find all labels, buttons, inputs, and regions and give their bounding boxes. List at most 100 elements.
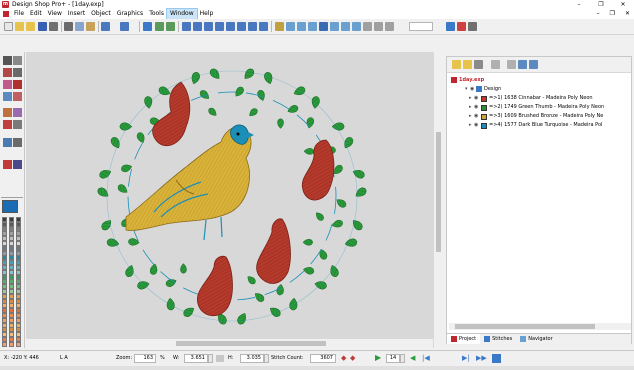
hand-icon[interactable] bbox=[13, 138, 22, 147]
thread-row[interactable]: ▸ ◉ =>2) 1749 Green Thumb - Madeira Poly N… bbox=[451, 103, 631, 112]
thread-swatch[interactable] bbox=[16, 341, 21, 347]
tab-stitches[interactable]: Stitches bbox=[480, 334, 516, 344]
tab-navigator[interactable]: Navigator bbox=[516, 334, 556, 344]
thread-row[interactable]: ▸ ◉ =>3) 1609 Brushed Bronze - Madeira Pol… bbox=[451, 112, 631, 121]
width-spinner[interactable] bbox=[208, 354, 213, 363]
menu-insert[interactable]: Insert bbox=[65, 9, 88, 19]
settings-icon[interactable] bbox=[363, 22, 372, 31]
export-icon[interactable] bbox=[166, 22, 175, 31]
previous-stitch-icon[interactable]: ◆ bbox=[341, 355, 346, 362]
canvas-vertical-scrollbar[interactable] bbox=[433, 52, 442, 348]
doc-close-button[interactable]: ✕ bbox=[625, 9, 630, 19]
play-icon[interactable]: ▶ bbox=[375, 354, 381, 362]
thread-swatch[interactable] bbox=[9, 341, 14, 347]
background-icon[interactable] bbox=[341, 22, 350, 31]
properties-icon[interactable] bbox=[385, 22, 394, 31]
panel-detail-icon[interactable] bbox=[529, 60, 538, 69]
thread-row[interactable]: ▸ ◉ =>1) 1638 Cinnabar - Madeira Poly Neon bbox=[451, 94, 631, 103]
zoom-out-icon[interactable] bbox=[193, 22, 202, 31]
applique-icon[interactable] bbox=[13, 92, 22, 101]
options-icon[interactable] bbox=[374, 22, 383, 31]
panel-list-icon[interactable] bbox=[518, 60, 527, 69]
stitch-player-icon[interactable] bbox=[468, 22, 477, 31]
cut-icon[interactable] bbox=[64, 22, 73, 31]
height-input[interactable]: 3.035 bbox=[240, 354, 264, 363]
magnify-icon[interactable] bbox=[3, 138, 12, 147]
redo-icon[interactable] bbox=[120, 22, 129, 31]
zoom-previous-icon[interactable] bbox=[248, 22, 257, 31]
doc-restore-button[interactable]: ❐ bbox=[610, 9, 615, 19]
show-stitches-icon[interactable] bbox=[308, 22, 317, 31]
text-tool-icon[interactable] bbox=[13, 80, 22, 89]
fast-forward-icon[interactable]: ▶| bbox=[462, 354, 470, 362]
magnet-icon[interactable] bbox=[3, 160, 12, 169]
convert-icon[interactable] bbox=[13, 160, 22, 169]
panel-folder-icon[interactable] bbox=[463, 60, 472, 69]
menu-edit[interactable]: Edit bbox=[27, 9, 45, 19]
menu-object[interactable]: Object bbox=[88, 9, 114, 19]
stop-icon[interactable] bbox=[492, 354, 501, 363]
panel-sort-icon[interactable] bbox=[507, 60, 516, 69]
zoom-actual-icon[interactable] bbox=[237, 22, 246, 31]
eye-icon[interactable]: ◉ bbox=[474, 94, 480, 103]
eye-icon[interactable]: ◉ bbox=[474, 121, 480, 130]
vertical-scroll-thumb[interactable] bbox=[436, 132, 441, 252]
menu-help[interactable]: Help bbox=[197, 9, 217, 19]
fill-tool-icon[interactable] bbox=[3, 68, 12, 77]
hoop-icon[interactable] bbox=[297, 22, 306, 31]
lock-aspect-icon[interactable] bbox=[216, 355, 224, 362]
height-spinner[interactable] bbox=[264, 354, 269, 363]
step-back-icon[interactable]: ◀ bbox=[410, 354, 415, 362]
paste-icon[interactable] bbox=[86, 22, 95, 31]
tree-design-node[interactable]: ▾ ◉ Design bbox=[451, 85, 631, 94]
show-outlines-icon[interactable] bbox=[319, 22, 328, 31]
menu-file[interactable]: File bbox=[11, 9, 27, 19]
measure-icon[interactable] bbox=[275, 22, 284, 31]
open-folder-icon[interactable] bbox=[15, 22, 24, 31]
zoom-fit-icon[interactable] bbox=[204, 22, 213, 31]
maximize-button[interactable]: ❐ bbox=[590, 0, 612, 9]
zoom-window-icon[interactable] bbox=[226, 22, 235, 31]
minimize-button[interactable]: – bbox=[568, 0, 590, 9]
menu-window[interactable]: Window bbox=[165, 8, 198, 20]
panel-open-icon[interactable] bbox=[452, 60, 461, 69]
next-stitch-icon[interactable]: ◆ bbox=[350, 355, 355, 362]
menu-graphics[interactable]: Graphics bbox=[114, 9, 147, 19]
undo-icon[interactable] bbox=[101, 22, 110, 31]
width-input[interactable]: 3.651 bbox=[184, 354, 208, 363]
import-icon[interactable] bbox=[155, 22, 164, 31]
eye-icon[interactable]: ◉ bbox=[474, 103, 480, 112]
document-icon[interactable] bbox=[3, 11, 9, 17]
pan-icon[interactable] bbox=[259, 22, 268, 31]
frame-spinner[interactable] bbox=[400, 354, 405, 363]
grid-icon[interactable] bbox=[286, 22, 295, 31]
print-icon[interactable] bbox=[49, 22, 58, 31]
color-wheel-icon[interactable] bbox=[3, 108, 12, 117]
menu-view[interactable]: View bbox=[45, 9, 65, 19]
toolbar-dropdown[interactable] bbox=[409, 22, 433, 31]
realistic-view-icon[interactable] bbox=[352, 22, 361, 31]
cancel-icon[interactable] bbox=[457, 22, 466, 31]
frame-number-input[interactable]: 14 bbox=[386, 354, 400, 363]
tree-file-node[interactable]: 1day.exp bbox=[451, 76, 631, 85]
thread-swatch[interactable] bbox=[2, 341, 7, 347]
tab-project[interactable]: Project bbox=[447, 334, 481, 344]
zoom-input[interactable]: 163 bbox=[134, 354, 156, 363]
pen-tool-icon[interactable] bbox=[13, 68, 22, 77]
current-color-swatch[interactable] bbox=[2, 200, 18, 213]
doc-minimize-button[interactable]: – bbox=[597, 9, 600, 19]
palette-icon[interactable] bbox=[13, 108, 22, 117]
panel-scroll-thumb[interactable] bbox=[455, 324, 595, 329]
panel-view-icon[interactable] bbox=[446, 22, 455, 31]
reshape-icon[interactable] bbox=[13, 56, 22, 65]
running-stitch-icon[interactable] bbox=[13, 120, 22, 129]
menu-tools[interactable]: Tools bbox=[146, 9, 167, 19]
thread-row[interactable]: ▸ ◉ =>4) 1577 Dark Blue Turquoise - Madeir… bbox=[451, 121, 631, 130]
3d-view-icon[interactable] bbox=[330, 22, 339, 31]
copy-icon[interactable] bbox=[75, 22, 84, 31]
select-arrow-icon[interactable] bbox=[3, 56, 12, 65]
open-design-icon[interactable] bbox=[26, 22, 35, 31]
skip-forward-icon[interactable]: ▶▶ bbox=[476, 354, 487, 362]
design-canvas[interactable] bbox=[26, 52, 433, 348]
send-to-machine-icon[interactable] bbox=[143, 22, 152, 31]
